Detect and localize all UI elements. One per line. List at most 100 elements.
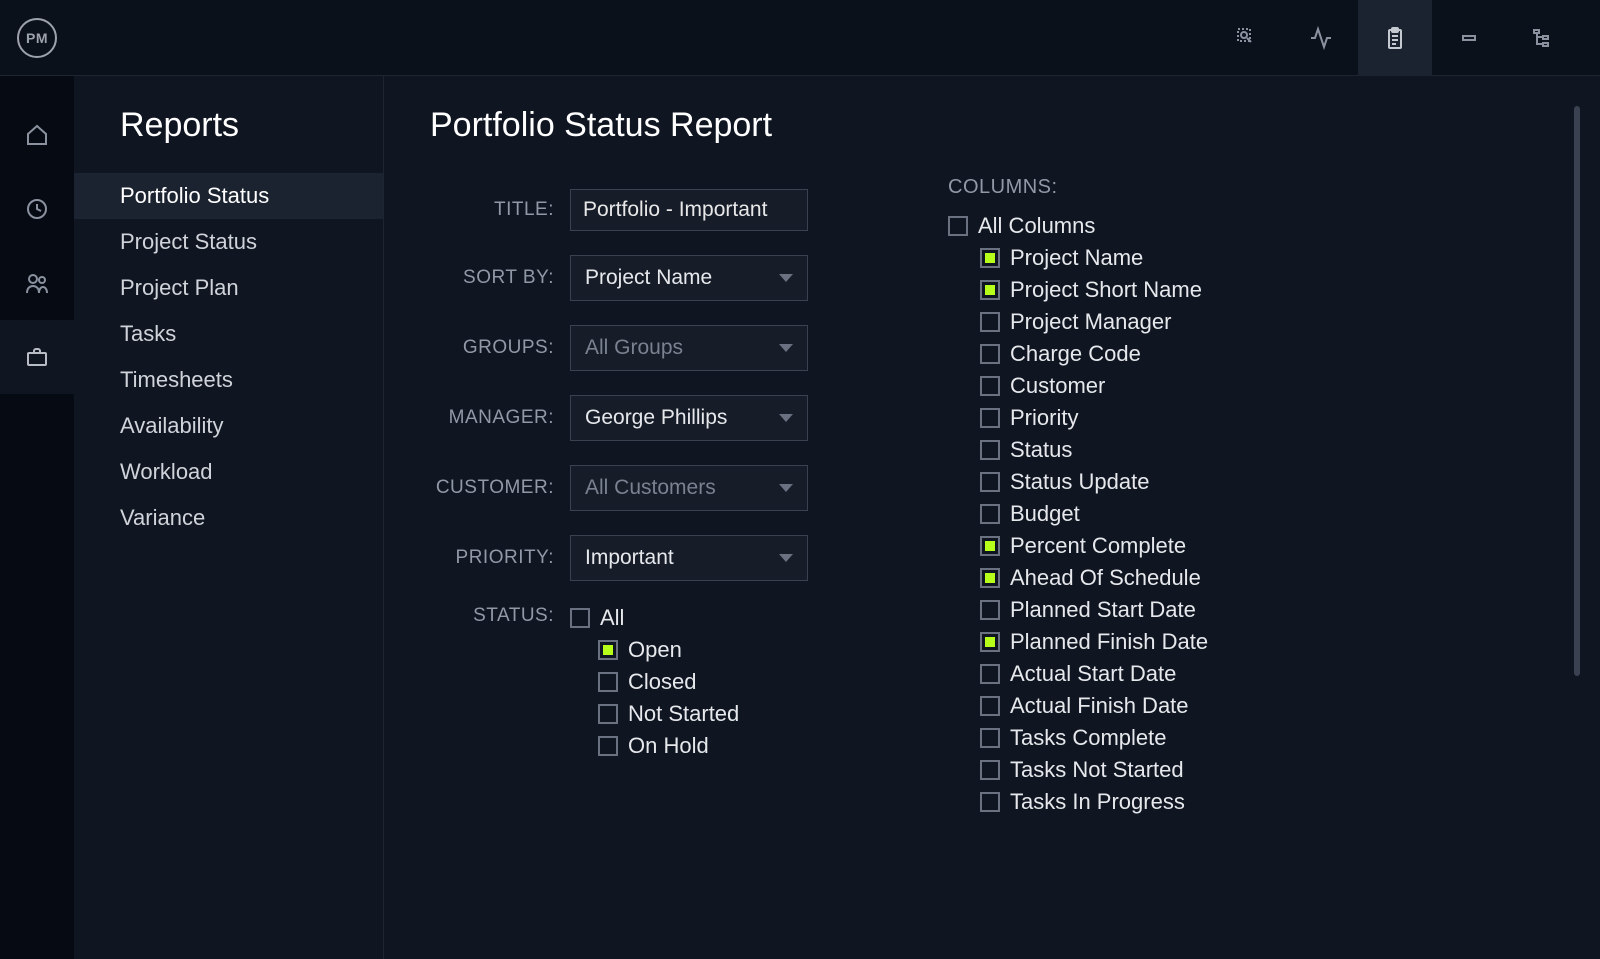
select-value-customer: All Customers bbox=[585, 476, 716, 500]
row-manager: MANAGER: George Phillips bbox=[430, 395, 808, 441]
input-title[interactable] bbox=[570, 189, 808, 231]
checkbox-icon[interactable] bbox=[980, 312, 1000, 332]
left-rail bbox=[0, 76, 74, 959]
scrollbar[interactable] bbox=[1574, 106, 1580, 806]
column-checkbox[interactable]: Priority bbox=[948, 405, 1560, 431]
sidebar-item[interactable]: Availability bbox=[74, 403, 383, 449]
status-checkbox[interactable]: Open bbox=[570, 637, 739, 663]
sidebar-item[interactable]: Timesheets bbox=[74, 357, 383, 403]
checkbox-label: Percent Complete bbox=[1010, 533, 1186, 559]
row-groups: GROUPS: All Groups bbox=[430, 325, 808, 371]
column-checkbox[interactable]: Actual Finish Date bbox=[948, 693, 1560, 719]
row-customer: CUSTOMER: All Customers bbox=[430, 465, 808, 511]
logo-badge[interactable]: PM bbox=[17, 18, 57, 58]
checkbox-icon[interactable] bbox=[598, 640, 618, 660]
column-checkbox[interactable]: Status Update bbox=[948, 469, 1560, 495]
hierarchy-icon[interactable] bbox=[1506, 0, 1580, 76]
checkbox-icon[interactable] bbox=[980, 536, 1000, 556]
column-checkbox[interactable]: Customer bbox=[948, 373, 1560, 399]
select-priority[interactable]: Important bbox=[570, 535, 808, 581]
checkbox-icon[interactable] bbox=[598, 672, 618, 692]
checkbox-label: Budget bbox=[1010, 501, 1080, 527]
checkbox-icon[interactable] bbox=[570, 608, 590, 628]
sidebar-item[interactable]: Project Status bbox=[74, 219, 383, 265]
checkbox-icon[interactable] bbox=[948, 216, 968, 236]
label-title: TITLE: bbox=[430, 199, 554, 221]
checkbox-icon[interactable] bbox=[980, 664, 1000, 684]
column-checkbox[interactable]: Charge Code bbox=[948, 341, 1560, 367]
columns-panel: COLUMNS: All Columns Project Name Project … bbox=[948, 106, 1560, 959]
column-checkbox[interactable]: Tasks In Progress bbox=[948, 789, 1560, 815]
checkbox-icon[interactable] bbox=[980, 248, 1000, 268]
checkbox-icon[interactable] bbox=[980, 408, 1000, 428]
checkbox-icon[interactable] bbox=[980, 568, 1000, 588]
checkbox-icon[interactable] bbox=[598, 736, 618, 756]
checkbox-label: Not Started bbox=[628, 701, 739, 727]
column-checkbox[interactable]: Project Manager bbox=[948, 309, 1560, 335]
column-checkbox[interactable]: Project Name bbox=[948, 245, 1560, 271]
chevron-down-icon bbox=[779, 554, 793, 562]
sidebar-item[interactable]: Project Plan bbox=[74, 265, 383, 311]
checkbox-icon[interactable] bbox=[980, 792, 1000, 812]
logo-text: PM bbox=[26, 30, 48, 46]
status-checkbox[interactable]: All bbox=[570, 605, 739, 631]
select-sort-by[interactable]: Project Name bbox=[570, 255, 808, 301]
row-status: STATUS: AllOpenClosedNot StartedOn Hold bbox=[430, 605, 808, 765]
checkbox-icon[interactable] bbox=[980, 696, 1000, 716]
checkbox-icon[interactable] bbox=[980, 632, 1000, 652]
checkbox-icon[interactable] bbox=[980, 760, 1000, 780]
status-checkbox[interactable]: On Hold bbox=[570, 733, 739, 759]
column-checkbox[interactable]: Tasks Complete bbox=[948, 725, 1560, 751]
sidebar-item[interactable]: Workload bbox=[74, 449, 383, 495]
checkbox-icon[interactable] bbox=[980, 600, 1000, 620]
label-customer: CUSTOMER: bbox=[430, 477, 554, 499]
people-icon[interactable] bbox=[0, 246, 74, 320]
scrollbar-thumb[interactable] bbox=[1574, 106, 1580, 676]
checkbox-label: Closed bbox=[628, 669, 696, 695]
column-checkbox[interactable]: Status bbox=[948, 437, 1560, 463]
checkbox-label: Tasks In Progress bbox=[1010, 789, 1185, 815]
search-icon[interactable] bbox=[1210, 0, 1284, 76]
sidebar-item[interactable]: Tasks bbox=[74, 311, 383, 357]
checkbox-label: Actual Finish Date bbox=[1010, 693, 1189, 719]
sidebar-item[interactable]: Variance bbox=[74, 495, 383, 541]
columns-title: COLUMNS: bbox=[948, 176, 1560, 199]
checkbox-icon[interactable] bbox=[980, 344, 1000, 364]
column-checkbox[interactable]: Planned Finish Date bbox=[948, 629, 1560, 655]
column-checkbox[interactable]: Budget bbox=[948, 501, 1560, 527]
column-checkbox[interactable]: All Columns bbox=[948, 213, 1560, 239]
body-row: Reports Portfolio StatusProject StatusPr… bbox=[0, 76, 1600, 959]
column-checkbox[interactable]: Project Short Name bbox=[948, 277, 1560, 303]
sidebar-list: Portfolio StatusProject StatusProject Pl… bbox=[74, 173, 383, 541]
column-checkbox[interactable]: Tasks Not Started bbox=[948, 757, 1560, 783]
row-sort-by: SORT BY: Project Name bbox=[430, 255, 808, 301]
clock-icon[interactable] bbox=[0, 172, 74, 246]
column-checkbox[interactable]: Actual Start Date bbox=[948, 661, 1560, 687]
column-checkbox[interactable]: Percent Complete bbox=[948, 533, 1560, 559]
select-customer[interactable]: All Customers bbox=[570, 465, 808, 511]
status-checkbox[interactable]: Not Started bbox=[570, 701, 739, 727]
clipboard-icon[interactable] bbox=[1358, 0, 1432, 76]
page-title: Portfolio Status Report bbox=[430, 106, 808, 145]
column-checkbox[interactable]: Planned Start Date bbox=[948, 597, 1560, 623]
checkbox-icon[interactable] bbox=[980, 472, 1000, 492]
column-checkbox[interactable]: Ahead Of Schedule bbox=[948, 565, 1560, 591]
status-checkbox[interactable]: Closed bbox=[570, 669, 739, 695]
checkbox-icon[interactable] bbox=[980, 504, 1000, 524]
checkbox-icon[interactable] bbox=[980, 376, 1000, 396]
home-icon[interactable] bbox=[0, 98, 74, 172]
label-priority: PRIORITY: bbox=[430, 547, 554, 569]
checkbox-icon[interactable] bbox=[598, 704, 618, 724]
activity-icon[interactable] bbox=[1284, 0, 1358, 76]
minimize-icon[interactable] bbox=[1432, 0, 1506, 76]
select-groups[interactable]: All Groups bbox=[570, 325, 808, 371]
select-manager[interactable]: George Phillips bbox=[570, 395, 808, 441]
checkbox-icon[interactable] bbox=[980, 728, 1000, 748]
form-column: Portfolio Status Report TITLE: SORT BY: … bbox=[430, 106, 808, 959]
chevron-down-icon bbox=[779, 344, 793, 352]
sidebar-item[interactable]: Portfolio Status bbox=[74, 173, 383, 219]
checkbox-icon[interactable] bbox=[980, 440, 1000, 460]
checkbox-icon[interactable] bbox=[980, 280, 1000, 300]
briefcase-icon[interactable] bbox=[0, 320, 74, 394]
checkbox-label: Priority bbox=[1010, 405, 1078, 431]
